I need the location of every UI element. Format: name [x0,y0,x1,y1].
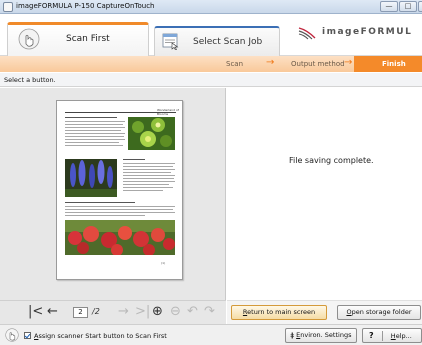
result-pane: File saving complete. [227,88,422,300]
help-divider [381,331,383,341]
close-button[interactable]: ✕ [418,1,422,12]
text-line [123,163,175,164]
help-button[interactable]: ? Help... [362,328,422,343]
text-line [123,178,174,179]
maximize-button[interactable]: □ [399,1,417,12]
bottom-bar: Assign scanner Start button to Scan Firs… [0,324,422,345]
hand-touch-icon [18,28,40,50]
canon-logo-icon [298,27,316,40]
text-line [65,145,123,146]
hand-touch-icon [5,328,19,342]
text-line [123,181,175,182]
open-storage-folder-label: pen storage folder [351,308,412,316]
text-line [65,202,135,203]
page-number-input[interactable]: 2 [73,307,88,318]
help-question-icon: ? [369,331,374,340]
window-title-bar: imageFORMULA P-150 CaptureOnTouch — □ ✕ [0,0,422,14]
text-line [123,184,169,185]
mode-tabs-bar: Scan First Select Scan Job imageFORMUL [0,14,422,56]
text-line [65,124,123,125]
assign-start-button-label: Assign scanner Start button to Scan Firs… [34,332,167,340]
text-line [65,212,175,213]
text-line [65,209,173,210]
tab-select-scan-job-label: Select Scan Job [193,37,263,47]
green-flower-image [128,117,175,150]
text-line [65,206,175,207]
last-page-button[interactable]: >| [135,305,150,319]
return-to-main-label: eturn to main screen [247,308,316,316]
status-message: File saving complete. [289,156,374,165]
result-buttons-bar: Return to main screen Open storage folde… [227,300,422,324]
text-line [123,190,163,191]
rotate-right-button[interactable]: ↷ [204,305,215,319]
text-line [65,215,145,216]
page-header-rule [65,112,176,113]
tab-select-scan-job[interactable]: Select Scan Job [154,26,280,56]
page-nav-toolbar: |< ← 2 /2 → >| ⊕ ⊖ ↶ ↷ [0,300,226,324]
text-line [65,121,125,122]
page-total-text: /2 [92,307,100,316]
text-line [123,159,145,160]
instruction-text: Select a button. [4,76,56,84]
app-icon [3,2,13,12]
text-line [65,142,119,143]
red-flower-image [65,220,175,255]
step-finish: Finish [354,56,422,72]
text-line [65,130,121,131]
step-finish-label: Finish [382,60,406,68]
help-label: elp... [395,332,412,340]
assign-start-button-checkbox[interactable] [24,332,31,339]
brand-text: imageFORMUL [322,27,413,37]
blue-flower-image [65,159,117,197]
window-title: imageFORMULA P-150 CaptureOnTouch [16,2,155,10]
page-number-text: (1) [161,261,166,265]
text-line [123,169,175,170]
step-scan: Scan [226,60,244,68]
step-arrow-icon: → [344,57,353,68]
scan-job-list-icon [162,33,179,50]
page-thumbnail[interactable]: Wonderland of Blooms (1) [56,100,183,280]
zoom-in-button[interactable]: ⊕ [152,305,163,319]
text-line [123,166,173,167]
progress-steps-bar: Scan → Output method → Finish [0,56,422,72]
text-line [65,139,125,140]
previous-page-button[interactable]: ← [47,305,58,319]
text-line [65,136,124,137]
settings-icon: ǂ [290,331,295,339]
assign-start-button-text: ssign scanner Start button to Scan First [38,332,167,340]
tab-scan-first[interactable]: Scan First [7,22,149,56]
brand-logo: imageFORMUL [298,25,422,43]
text-line [123,172,171,173]
zoom-out-button[interactable]: ⊖ [170,305,181,319]
text-line [65,133,125,134]
tab-scan-first-label: Scan First [66,34,110,44]
preview-pane: Wonderland of Blooms (1) [0,88,226,300]
open-storage-folder-button[interactable]: Open storage folder [337,305,421,320]
rotate-left-button[interactable]: ↶ [187,305,198,319]
environ-settings-label: nviron. Settings [300,331,352,339]
text-line [65,127,125,128]
instruction-bar: Select a button. [0,73,422,87]
environ-settings-button[interactable]: ǂ Environ. Settings [285,328,357,343]
first-page-button[interactable]: |< [28,305,43,319]
step-output-method: Output method [291,60,345,68]
minimize-button[interactable]: — [380,1,398,12]
text-line [123,175,175,176]
return-to-main-button[interactable]: Return to main screen [231,305,327,320]
next-page-button[interactable]: → [118,305,129,319]
text-line [123,187,173,188]
text-line [65,117,117,118]
step-arrow-icon: → [266,57,275,68]
